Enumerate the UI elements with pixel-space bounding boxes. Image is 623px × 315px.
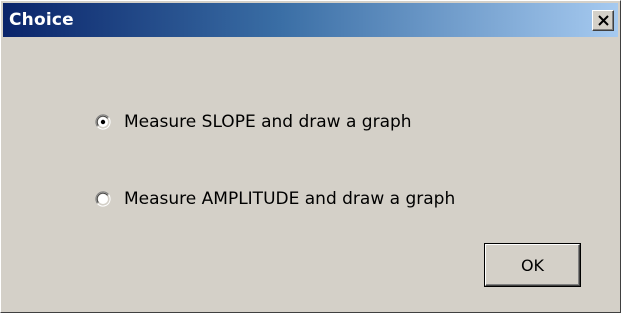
option-measure-slope[interactable]: Measure SLOPE and draw a graph — [95, 109, 412, 135]
radio-selected-dot — [100, 119, 106, 125]
title-bar[interactable]: Choice — [3, 3, 618, 37]
close-x-icon — [598, 15, 609, 26]
option-measure-amplitude[interactable]: Measure AMPLITUDE and draw a graph — [95, 186, 455, 212]
radio-button-slope[interactable] — [95, 114, 111, 130]
option-label-slope: Measure SLOPE and draw a graph — [124, 112, 412, 132]
window-title: Choice — [9, 10, 74, 30]
ok-button[interactable]: OK — [485, 244, 580, 286]
ok-button-label: OK — [520, 255, 545, 275]
close-button[interactable] — [592, 10, 614, 31]
choice-dialog: Choice Measure SLOPE and draw a graph Me… — [0, 0, 621, 313]
radio-button-amplitude[interactable] — [95, 191, 111, 207]
option-label-amplitude: Measure AMPLITUDE and draw a graph — [124, 189, 456, 209]
